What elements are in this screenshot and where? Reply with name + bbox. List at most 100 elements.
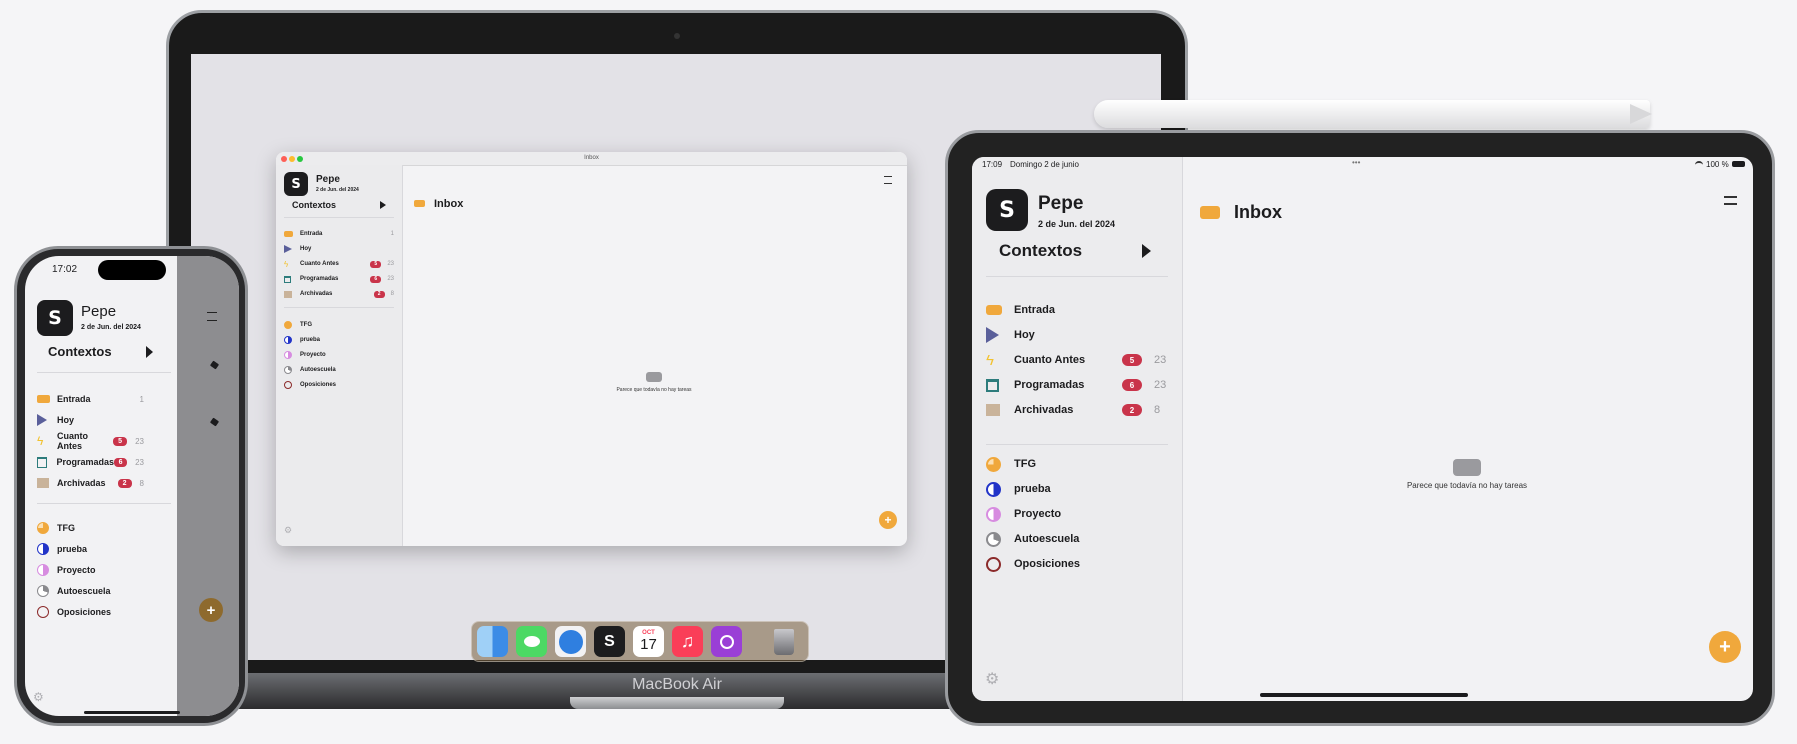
contexts-play-icon[interactable] (146, 346, 153, 358)
project-prueba[interactable]: prueba (37, 543, 87, 555)
calendar-icon (37, 456, 48, 468)
sidebar-item-hoy[interactable]: Hoy (37, 414, 144, 426)
half-circle-icon (986, 506, 1001, 522)
lightning-bolt-icon: ϟ (986, 351, 994, 369)
music-icon[interactable]: ♫ (672, 626, 703, 657)
user-name: Pepe (316, 174, 340, 185)
sidebar-item-hoy[interactable]: Hoy (284, 244, 394, 254)
macbook-hinge (570, 697, 784, 709)
project-oposiciones[interactable]: Oposiciones (284, 380, 336, 390)
user-date: 2 de Jun. del 2024 (81, 324, 141, 331)
sidebar-item-cuanto-antes[interactable]: ϟ Cuanto Antes 5 23 (37, 431, 144, 451)
add-task-button[interactable]: + (199, 598, 223, 622)
project-oposiciones[interactable]: Oposiciones (986, 555, 1080, 573)
apple-pencil (1094, 100, 1650, 128)
window-titlebar[interactable]: Inbox (276, 152, 907, 166)
sidebar-item-programadas[interactable]: Programadas 6 23 (284, 274, 394, 284)
zoom-window-dot[interactable] (297, 156, 303, 162)
filter-icon[interactable] (884, 176, 892, 184)
app-icon[interactable]: S (594, 626, 625, 657)
filter-icon[interactable] (207, 312, 217, 321)
sidebar-item-archivadas[interactable]: Archivadas 2 8 (284, 289, 394, 299)
project-proyecto[interactable]: Proyecto (284, 350, 326, 360)
project-tfg[interactable]: TFG (986, 455, 1036, 473)
battery-percent: 100 % (1706, 160, 1729, 169)
tag-icon (209, 360, 220, 370)
calendar-icon (284, 275, 291, 283)
main-inbox-icon (1200, 206, 1220, 219)
project-proyecto[interactable]: Proyecto (37, 564, 96, 576)
progress-circle-icon (986, 531, 1001, 547)
project-autoescuela[interactable]: Autoescuela (284, 365, 336, 375)
sidebar-item-archivadas[interactable]: Archivadas 2 8 (37, 477, 144, 489)
contexts-label[interactable]: Contextos (292, 200, 336, 210)
macos-dock: S OCT 17 ♫ (471, 621, 809, 662)
tag-icon (209, 417, 220, 427)
project-tfg[interactable]: TFG (284, 320, 312, 330)
contexts-play-icon[interactable] (380, 201, 386, 209)
sidebar-item-cuanto-antes[interactable]: ϟ Cuanto Antes 5 23 (284, 259, 394, 269)
half-circle-icon (986, 481, 1001, 497)
add-task-button[interactable]: + (1709, 631, 1741, 663)
progress-circle-icon (37, 522, 49, 534)
project-prueba[interactable]: prueba (986, 480, 1051, 498)
main-title: Inbox (1234, 202, 1282, 222)
sidebar-item-entrada[interactable]: Entrada (986, 301, 1168, 319)
dimmed-main-area[interactable]: + (177, 256, 239, 716)
archive-box-icon (284, 290, 292, 298)
trash-icon[interactable] (768, 626, 799, 657)
status-date: Domingo 2 de junio (1010, 160, 1079, 169)
project-proyecto[interactable]: Proyecto (986, 505, 1061, 523)
project-autoescuela[interactable]: Autoescuela (986, 530, 1079, 548)
sidebar-item-entrada[interactable]: Entrada 1 (37, 393, 144, 405)
settings-gear-icon[interactable]: ⚙ (33, 690, 44, 704)
progress-circle-icon (986, 456, 1001, 472)
settings-gear-icon[interactable]: ⚙ (985, 669, 999, 689)
minimize-window-dot[interactable] (289, 156, 295, 162)
close-window-dot[interactable] (281, 156, 287, 162)
project-prueba[interactable]: prueba (284, 335, 320, 345)
settings-gear-icon[interactable]: ⚙ (284, 525, 292, 536)
calendar-app-icon[interactable]: OCT 17 (633, 626, 664, 657)
contexts-play-icon[interactable] (1142, 244, 1151, 258)
sidebar-item-entrada[interactable]: Entrada 1 (284, 229, 394, 239)
status-time: 17:09 (982, 160, 1003, 169)
multitasking-dots[interactable]: ••• (1352, 158, 1360, 167)
empty-tray-icon (1453, 459, 1481, 476)
app-logo: S (284, 172, 308, 196)
play-triangle-icon (986, 327, 999, 343)
project-autoescuela[interactable]: Autoescuela (37, 585, 111, 597)
sidebar-item-hoy[interactable]: Hoy (986, 326, 1168, 344)
ipad-screen: S Pepe 2 de Jun. del 2024 Contextos Entr… (972, 157, 1753, 701)
home-indicator (1260, 693, 1468, 697)
sidebar-item-programadas[interactable]: Programadas 6 23 (986, 376, 1168, 394)
user-date: 2 de Jun. del 2024 (316, 187, 359, 193)
safari-icon[interactable] (555, 626, 586, 657)
filter-icon[interactable] (1724, 196, 1737, 205)
sidebar-item-cuanto-antes[interactable]: ϟ Cuanto Antes 5 23 (986, 351, 1168, 369)
empty-tray-icon (646, 372, 662, 382)
podcasts-icon[interactable] (711, 626, 742, 657)
half-circle-icon (284, 336, 292, 344)
messages-icon[interactable] (516, 626, 547, 657)
iphone-screen: 17:02 S Pepe 2 de Jun. del 2024 Contexto… (25, 256, 239, 716)
mac-app-window: Inbox S Pepe 2 de Jun. del 2024 Contexto… (276, 152, 907, 546)
half-circle-icon (37, 543, 49, 555)
home-indicator (84, 711, 180, 714)
sidebar-item-programadas[interactable]: Programadas 6 23 (37, 456, 144, 468)
finder-icon[interactable] (477, 626, 508, 657)
macbook-camera (674, 33, 680, 39)
sidebar-item-archivadas[interactable]: Archivadas 2 8 (986, 401, 1168, 419)
half-circle-icon (37, 564, 49, 576)
play-triangle-icon (37, 414, 47, 426)
mac-sidebar: S Pepe 2 de Jun. del 2024 Contextos Entr… (276, 165, 403, 546)
progress-circle-icon (284, 321, 292, 329)
add-task-button[interactable]: + (879, 511, 897, 529)
contexts-label[interactable]: Contextos (999, 241, 1082, 261)
progress-circle-icon (284, 366, 292, 374)
empty-circle-icon (37, 606, 49, 618)
contexts-label[interactable]: Contextos (48, 344, 112, 359)
project-tfg[interactable]: TFG (37, 522, 75, 534)
project-oposiciones[interactable]: Oposiciones (37, 606, 111, 618)
half-circle-icon (284, 351, 292, 359)
